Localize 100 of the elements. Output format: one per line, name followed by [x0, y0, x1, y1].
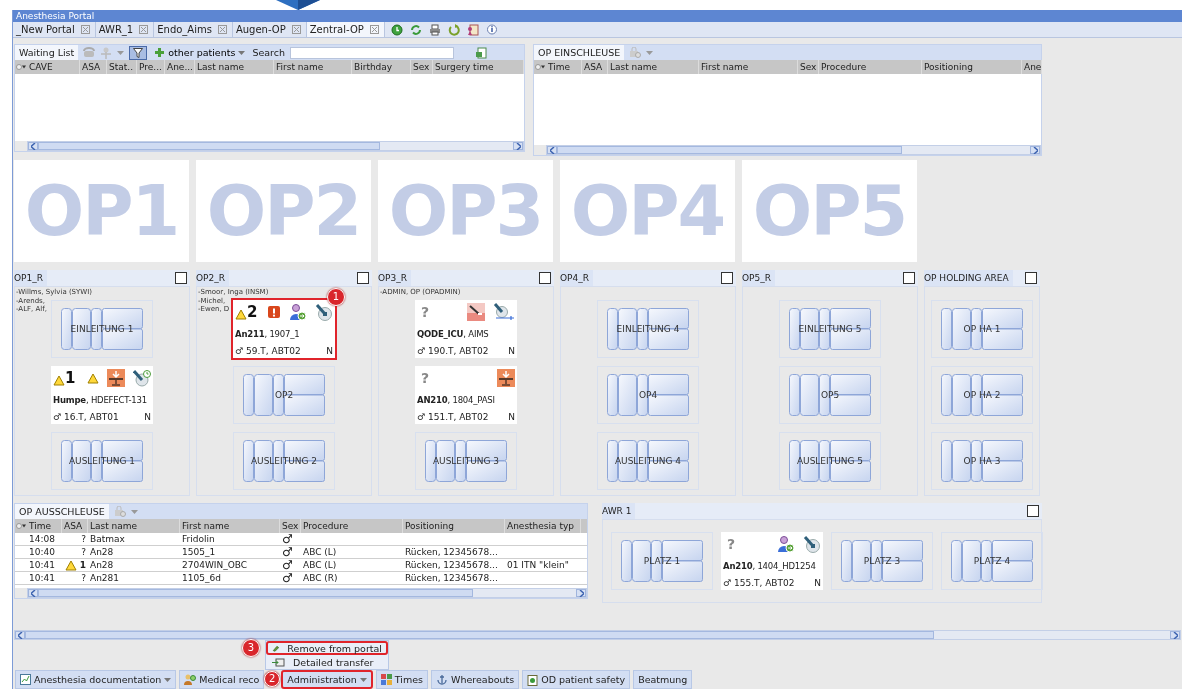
panel-tab[interactable]: Waiting List	[15, 45, 79, 60]
checkbox[interactable]	[357, 272, 369, 284]
arrow-left-icon[interactable]	[549, 146, 555, 154]
patient-card[interactable]: 1 Humpe, HDEFECT-131 ♂ 16.T, ABT01 N	[51, 366, 153, 424]
patient-card[interactable]: ? AN210, 1804_PASI ♂ 151.T, ABT02 N	[415, 366, 517, 424]
info-icon[interactable]	[485, 23, 498, 36]
toolbar-button[interactable]: Anesthesia documentation	[15, 670, 177, 689]
table-cell-text: ♂	[281, 559, 294, 571]
panel-tab[interactable]: OP EINSCHLEUSE	[534, 45, 625, 60]
arrow-right-icon[interactable]	[1032, 146, 1038, 154]
close-icon[interactable]	[291, 25, 301, 34]
patient-card[interactable]: 2 An211, 1907_1 ♂ 59.T, ABT02 N	[233, 300, 335, 358]
clock-icon[interactable]	[390, 23, 403, 36]
probe-clock-icon	[133, 369, 151, 387]
slot-label: OP HA 2	[963, 390, 1001, 400]
room-title: OP1_R	[14, 270, 47, 286]
asa-score: 1	[65, 370, 76, 386]
caret-icon[interactable]	[359, 677, 367, 682]
person-arrow-icon	[777, 535, 795, 553]
toolbar-button[interactable]: OD patient safety	[522, 670, 631, 689]
menu-item[interactable]: Detailed transfer	[266, 655, 388, 669]
close-icon[interactable]	[369, 25, 379, 34]
sort-icon[interactable]	[16, 523, 26, 529]
plus-icon[interactable]	[154, 47, 166, 58]
room-tile-label: OP4	[570, 170, 725, 252]
patient-name: An211, 1907_1	[235, 328, 301, 339]
horizontal-scrollbar[interactable]	[27, 588, 587, 598]
arrow-right-icon[interactable]	[578, 589, 584, 597]
close-icon[interactable]	[139, 25, 149, 34]
sync-icon[interactable]	[409, 23, 422, 36]
toolbar-button[interactable]: Administration	[281, 670, 373, 689]
patient-card[interactable]: ? An210, 1404_HD1254 ♂ 155.T, ABT02 N	[721, 532, 823, 590]
table-cell-text: ABC (L)	[302, 559, 338, 571]
checkbox[interactable]	[1027, 505, 1039, 517]
toolbar-button[interactable]: Beatmung	[633, 670, 693, 689]
table-cell: 1	[79, 559, 86, 571]
arrow-right-icon[interactable]	[515, 142, 521, 150]
search-field[interactable]	[290, 46, 455, 59]
tab[interactable]: _New Portal	[16, 24, 75, 35]
caret-icon[interactable]	[164, 677, 172, 682]
slot-label: OP HA 1	[963, 324, 1001, 334]
horizontal-scrollbar[interactable]	[546, 145, 1041, 155]
table-cell-text: 10:40	[28, 546, 56, 558]
table-cell-text: ABC (L)	[302, 546, 338, 558]
table-cell-text: An281	[89, 572, 121, 584]
checkbox[interactable]	[539, 272, 551, 284]
toolbar-button[interactable]: Times	[375, 670, 428, 689]
table-cell-text: Rücken, 12345678...	[404, 572, 499, 584]
caret-icon[interactable]	[130, 509, 138, 514]
export-icon[interactable]	[476, 46, 488, 59]
other-patients-button[interactable]: other patients	[152, 45, 248, 60]
tab[interactable]: AWR_1	[98, 24, 134, 35]
room-tile-label: OP3	[388, 170, 543, 252]
caret-icon[interactable]	[238, 50, 246, 55]
report-icon[interactable]	[466, 23, 479, 36]
filter-icon[interactable]	[133, 47, 144, 58]
close-icon[interactable]	[217, 25, 227, 34]
asa-score: ?	[726, 536, 736, 552]
tab[interactable]: Endo_Aims	[157, 24, 212, 35]
sort-icon[interactable]	[16, 64, 26, 70]
table-cell: ?	[81, 572, 86, 584]
slot-label: OP4	[638, 390, 658, 400]
transfer-table-icon	[107, 369, 125, 387]
tab[interactable]: Augen-OP	[235, 24, 286, 35]
table-cell-text: ABC (R)	[302, 572, 339, 584]
table-cell: ?	[81, 533, 86, 545]
print-icon[interactable]	[428, 23, 441, 36]
patient-details: ♂ 59.T, ABT02	[235, 346, 301, 356]
warning-icon	[53, 375, 65, 386]
checkbox[interactable]	[903, 272, 915, 284]
warning-icon	[64, 559, 77, 571]
table-cell-text: 14:08	[28, 533, 56, 545]
panel-tab[interactable]: OP AUSSCHLEUSE	[15, 504, 109, 519]
caret-icon[interactable]	[117, 50, 125, 55]
table-cell-text: 1105_6d	[181, 572, 222, 584]
asa-score: ?	[420, 304, 430, 320]
patient-card[interactable]: ? QODE_ICU, AIMS ♂ 190.T, ABT02 N	[415, 300, 517, 358]
arrow-left-icon[interactable]	[17, 631, 23, 639]
sort-icon[interactable]	[535, 64, 545, 70]
patient-name: QODE_ICU, AIMS	[417, 328, 490, 339]
toolbar-button[interactable]: Medical reco	[179, 670, 265, 689]
person-arrow-icon	[289, 303, 307, 321]
caret-icon[interactable]	[646, 50, 654, 55]
arrow-left-icon[interactable]	[30, 589, 36, 597]
refresh-icon[interactable]	[447, 23, 460, 36]
anchor-icon	[436, 674, 448, 685]
filter-button[interactable]	[129, 45, 148, 60]
patient-details: ♂ 190.T, ABT02	[417, 346, 489, 356]
patient-name: Humpe, HDEFECT-131	[53, 394, 148, 405]
menu-item[interactable]: Remove from portal	[266, 641, 388, 655]
checkbox[interactable]	[1025, 272, 1037, 284]
toolbar-button[interactable]: Whereabouts	[431, 670, 520, 689]
close-icon[interactable]	[80, 25, 90, 34]
arrow-right-icon[interactable]	[1172, 631, 1178, 639]
arrow-left-icon[interactable]	[30, 142, 36, 150]
horizontal-scrollbar[interactable]	[14, 630, 1181, 640]
asa-score: ?	[420, 370, 430, 386]
checkbox[interactable]	[175, 272, 187, 284]
horizontal-scrollbar[interactable]	[27, 141, 524, 151]
checkbox[interactable]	[721, 272, 733, 284]
